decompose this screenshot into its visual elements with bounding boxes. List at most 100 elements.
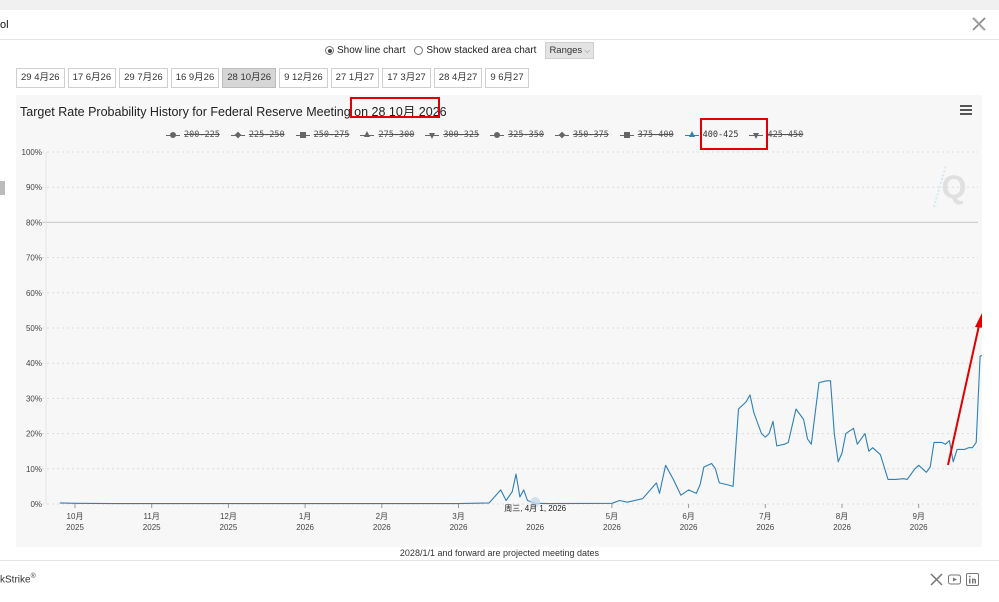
x-tick-year-label: 2026 xyxy=(296,523,314,532)
x-close-icon[interactable] xyxy=(971,16,987,32)
chart-panel: Q 0% 10% 20% 30% 40% 50% 60% 70% 80% 90% 100% 10月 202… xyxy=(16,95,982,547)
y-tick-label: 50% xyxy=(26,324,42,333)
annotation-arrow-head xyxy=(975,313,982,328)
legend-item-325-350[interactable]: 325-350 xyxy=(490,130,544,140)
legend-item-350-375[interactable]: 350-375 xyxy=(554,130,609,140)
x-tick-month-label: 6月 xyxy=(682,512,694,521)
legend-tri-icon xyxy=(684,130,699,137)
y-tick-label: 60% xyxy=(26,289,42,298)
x-tick-month-label: 3月 xyxy=(452,512,464,521)
header-title: ol xyxy=(0,19,9,31)
legend-tri-down-icon xyxy=(425,132,440,139)
x-tick-month-label: 9月 xyxy=(912,512,924,521)
legend-label: 200-225 xyxy=(184,130,220,140)
x-tick-year-label: 2026 xyxy=(756,523,774,532)
y-tick-label: 30% xyxy=(26,394,42,403)
date-tab-0[interactable]: 29 4月26 xyxy=(16,68,65,88)
x-tick-month-label: 8月 xyxy=(836,512,848,521)
youtube-icon[interactable] xyxy=(948,573,961,586)
y-tick-label: 70% xyxy=(26,254,42,263)
legend-diamond-icon xyxy=(554,131,569,138)
show-line-chart-label: Show line chart xyxy=(337,45,406,56)
radio-selected-icon xyxy=(325,46,334,55)
x-tick-year-label: 2026 xyxy=(526,523,544,532)
date-tab-1[interactable]: 17 6月26 xyxy=(67,68,117,88)
date-tab-8[interactable]: 28 4月27 xyxy=(433,68,483,88)
x-tick-year-label: 2026 xyxy=(450,523,468,532)
x-tick-month-label: 7月 xyxy=(759,512,771,521)
x-tick-month-label: 10月 xyxy=(67,512,84,521)
x-tick-year-label: 2026 xyxy=(373,523,391,532)
legend-diamond-icon xyxy=(230,131,245,138)
legend-label: 350-375 xyxy=(572,130,609,140)
x-tick-year-label: 2026 xyxy=(603,523,621,532)
legend-square-icon xyxy=(295,131,310,138)
linkedin-icon[interactable] xyxy=(966,573,979,586)
show-stacked-area-radio[interactable]: Show stacked area chart xyxy=(414,45,536,56)
legend-circle-icon xyxy=(166,131,180,138)
date-tab-6[interactable]: 27 1月27 xyxy=(330,68,380,88)
x-tick-year-label: 2026 xyxy=(910,523,928,532)
title-date-highlight-box xyxy=(350,97,440,118)
x-tick-year-label: 2025 xyxy=(220,523,238,532)
legend-label: 250-275 xyxy=(313,130,350,140)
x-tick-year-label: 2026 xyxy=(833,523,851,532)
legend-item-200-225[interactable]: 200-225 xyxy=(166,130,220,140)
show-stacked-area-label: Show stacked area chart xyxy=(426,45,537,56)
ranges-dropdown[interactable]: Ranges ⌵ xyxy=(545,42,595,59)
show-line-chart-radio[interactable]: Show line chart xyxy=(325,45,405,56)
top-strip xyxy=(0,0,999,10)
y-tick-label: 100% xyxy=(22,148,42,157)
legend-item-250-275[interactable]: 250-275 xyxy=(295,130,350,140)
legend-label: 225-250 xyxy=(248,130,285,140)
legend-tri-icon xyxy=(360,130,375,137)
date-tab-3[interactable]: 16 9月26 xyxy=(170,68,220,88)
date-tab-4[interactable]: 28 10月26 xyxy=(222,68,277,88)
x-tick-month-label: 5月 xyxy=(606,512,618,521)
legend-item-275-300[interactable]: 275-300 xyxy=(360,130,414,140)
series-line-400-425 xyxy=(59,355,982,505)
view-options: Show line chart Show stacked area chart … xyxy=(0,42,999,60)
date-tab-9[interactable]: 9 6月27 xyxy=(485,68,529,88)
y-tick-label: 10% xyxy=(26,465,42,474)
tooltip-date-label: 周三, 4月 1, 2026 xyxy=(504,504,566,513)
legend-item-300-325[interactable]: 300-325 xyxy=(425,130,479,140)
x-tick-year-label: 2026 xyxy=(680,523,698,532)
meeting-date-tabs: 29 4月26 17 6月26 29 7月26 16 9月26 28 10月26 9 12… xyxy=(16,68,532,88)
legend-highlight-box xyxy=(700,118,768,150)
hamburger-menu-icon[interactable] xyxy=(960,105,972,115)
date-tab-5[interactable]: 9 12月26 xyxy=(279,68,328,88)
chart-title-prefix: Target Rate Probability History for Fede… xyxy=(20,105,372,119)
side-tab[interactable] xyxy=(0,181,5,195)
footnote: 2028/1/1 and forward are projected meeti… xyxy=(399,548,600,558)
x-social-icon[interactable] xyxy=(930,573,943,586)
x-tick-month-label: 1月 xyxy=(299,512,311,521)
x-tick-month-label: 2月 xyxy=(376,512,388,521)
y-tick-label: 40% xyxy=(26,359,42,368)
radio-unselected-icon xyxy=(414,46,424,55)
footer-brand-mark: ® xyxy=(30,573,36,580)
social-links xyxy=(925,573,979,586)
legend-label: 275-300 xyxy=(378,130,415,140)
date-tab-7[interactable]: 17 3月27 xyxy=(382,68,431,88)
legend-label: 325-350 xyxy=(508,130,544,140)
y-tick-label: 80% xyxy=(26,218,42,227)
y-tick-label: 90% xyxy=(26,183,42,192)
y-tick-label: 20% xyxy=(26,430,42,439)
y-tick-label: 0% xyxy=(30,500,42,509)
x-tick-month-label: 11月 xyxy=(144,512,160,521)
x-tick-year-label: 2025 xyxy=(66,523,84,532)
legend-circle-icon xyxy=(490,131,505,138)
legend-item-375-400[interactable]: 375-400 xyxy=(619,130,674,140)
date-tab-2[interactable]: 29 7月26 xyxy=(119,68,168,88)
legend-item-225-250[interactable]: 225-250 xyxy=(230,130,285,140)
x-tick-month-label: 12月 xyxy=(220,512,237,521)
footer-brand: kStrike® xyxy=(0,573,36,585)
legend-square-icon xyxy=(619,131,634,138)
page-header: ol xyxy=(0,10,999,40)
footer-brand-text: kStrike xyxy=(0,574,31,586)
ranges-label: Ranges xyxy=(549,45,583,56)
legend-label: 300-325 xyxy=(443,130,480,140)
chart-svg: Q0%10%20%30%40%50%60%70%80%90%100%10月202… xyxy=(22,148,982,532)
chevron-down-icon: ⌵ xyxy=(584,45,591,55)
